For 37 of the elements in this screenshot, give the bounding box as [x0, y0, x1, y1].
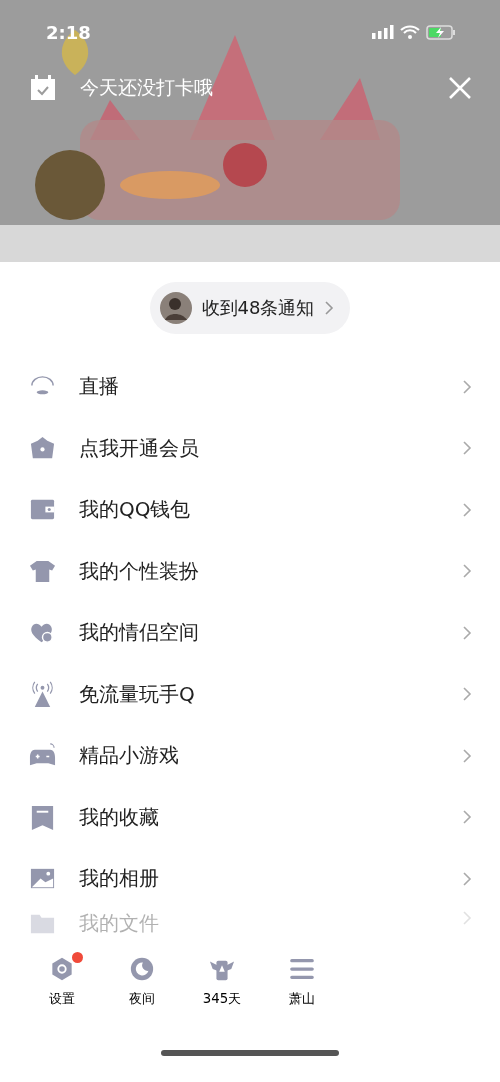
close-button[interactable]: [448, 76, 472, 100]
settings-icon: [49, 955, 75, 982]
menu-item[interactable]: 点我开通会员: [0, 417, 500, 479]
checkin-reminder: 今天还没打卡哦: [80, 75, 214, 100]
chevron-icon: [462, 624, 472, 641]
menu-item[interactable]: 我的相册: [0, 848, 500, 910]
cellular-signal-icon: [372, 25, 394, 39]
menu-item[interactable]: 我的QQ钱包: [0, 479, 500, 541]
bottom-bar-button[interactable]: 设置: [22, 955, 102, 1008]
bookmark-icon: [29, 803, 56, 831]
menu-item[interactable]: 我的收藏: [0, 786, 500, 848]
bottom-bar-button[interactable]: 萧山: [262, 955, 342, 1008]
notification-button[interactable]: 收到48条通知: [149, 282, 351, 334]
chevron-icon: [324, 300, 335, 316]
menu-item[interactable]: 精品小游戏: [0, 725, 500, 787]
chevron-icon: [462, 809, 472, 826]
chevron-icon: [462, 686, 472, 703]
menu-item[interactable]: 直播: [0, 356, 500, 418]
calendar-check-icon: [30, 75, 56, 101]
menu-item[interactable]: 我的情侣空间: [0, 602, 500, 664]
chevron-icon: [462, 909, 472, 926]
menu-item[interactable]: 免流量玩手Q: [0, 663, 500, 725]
chevron-icon: [462, 501, 472, 518]
avatar-icon: [159, 292, 192, 324]
menu-item[interactable]: 我的个性装扮: [0, 540, 500, 602]
chevron-icon: [462, 563, 472, 580]
chevron-icon: [462, 870, 472, 887]
moon-icon: [129, 955, 155, 982]
signal-tower-icon: [29, 680, 56, 708]
chevron-icon: [462, 378, 472, 395]
battery-charging-icon: [426, 24, 456, 40]
chevron-icon: [462, 440, 472, 457]
chevron-icon: [462, 747, 472, 764]
bottom-bar-button[interactable]: 夜间: [102, 955, 182, 1008]
status-time: 2:18: [46, 21, 92, 43]
bottom-bar-button[interactable]: 345天: [182, 955, 262, 1008]
wifi-icon: [400, 25, 420, 39]
